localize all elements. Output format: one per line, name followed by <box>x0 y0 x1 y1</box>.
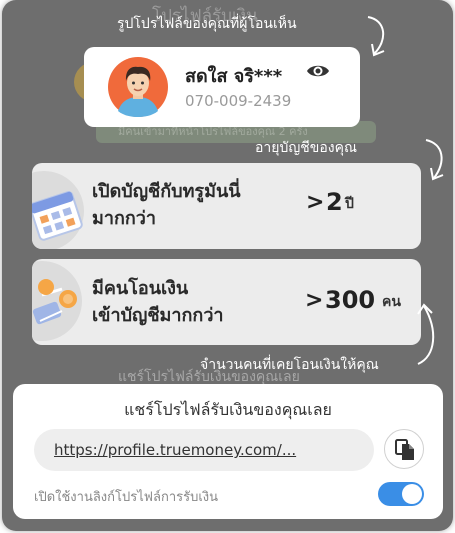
transfer-count-unit: คน <box>382 294 401 310</box>
transfer-count-card: มีคนโอนเงิน เข้าบัญชีมากกว่า > 300 คน <box>32 259 421 345</box>
screen-frame: โปรไฟล์รับเงิน มีคนเข้ามาที่หน้าโปรไฟล์ข… <box>2 0 453 531</box>
curved-arrow-icon <box>417 303 435 365</box>
calendar-icon <box>32 171 84 249</box>
avatar <box>108 57 168 117</box>
account-age-card: เปิดบัญชีกับทรูมันนี่ มากกว่า > 2 ปี <box>32 163 421 249</box>
account-age-line1: เปิดบัญชีกับทรูมันนี่ <box>92 181 241 202</box>
transfer-count-line2: เข้าบัญชีมากกว่า <box>92 305 224 326</box>
copy-icon <box>395 439 414 460</box>
transfer-count-value: 300 <box>325 286 376 314</box>
account-age-unit: ปี <box>345 196 354 212</box>
share-profile-panel: แชร์โปรไฟล์รับเงินของคุณเลย https://prof… <box>13 384 443 519</box>
link-toggle-switch[interactable] <box>378 482 424 506</box>
profile-name: สดใส จริ*** <box>185 66 283 87</box>
annotation-account-age-hint: อายุบัญชีของคุณ <box>255 140 357 156</box>
coins-transfer-icon <box>32 261 82 341</box>
annotation-profile-hint: รูปโปรไฟล์ของคุณที่ผู้โอนเห็น <box>117 16 297 32</box>
account-age-line2: มากกว่า <box>92 208 156 229</box>
curved-arrow-icon <box>367 16 385 57</box>
copy-link-button[interactable] <box>384 429 424 469</box>
toggle-knob <box>402 484 422 504</box>
share-title: แชร์โปรไฟล์รับเงินของคุณเลย <box>124 400 332 419</box>
account-age-label: เปิดบัญชีกับทรูมันนี่ มากกว่า <box>92 178 241 232</box>
transfer-count-line1: มีคนโอนเงิน <box>92 278 189 299</box>
transfer-count-prefix: > <box>305 288 324 313</box>
eye-icon[interactable] <box>306 63 330 79</box>
link-toggle-label: เปิดใช้งานลิงก์โปรไฟล์การรับเงิน <box>34 490 219 505</box>
transfer-count-label: มีคนโอนเงิน เข้าบัญชีมากกว่า <box>92 275 224 329</box>
account-age-prefix: > <box>306 190 325 215</box>
profile-phone: 070-009-2439 <box>185 92 292 110</box>
profile-link-field[interactable]: https://profile.truemoney.com/... <box>34 429 374 471</box>
curved-arrow-icon <box>425 139 444 181</box>
profile-preview-card: สดใส จริ*** 070-009-2439 <box>84 47 360 127</box>
account-age-value: 2 <box>326 188 343 216</box>
